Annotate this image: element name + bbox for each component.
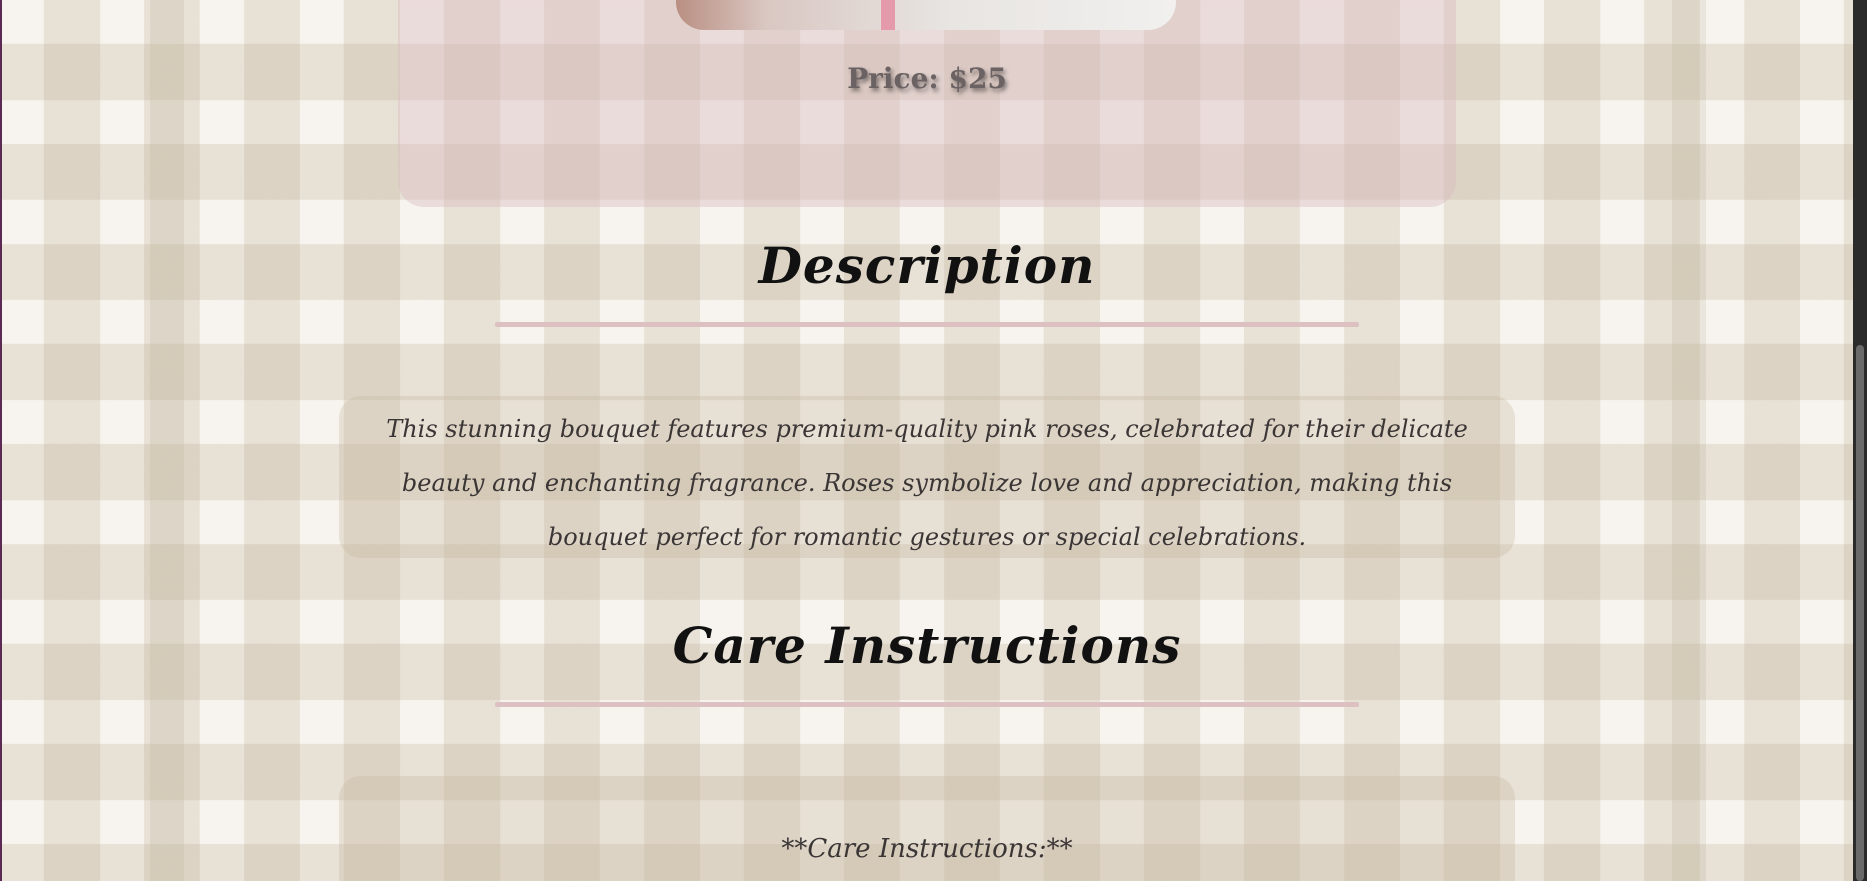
page-column-shadow-right xyxy=(1672,0,1706,881)
product-price: Price: $25 xyxy=(847,62,1007,95)
bouquet-image xyxy=(676,0,1176,30)
window-left-edge xyxy=(0,0,2,881)
page-scrollbar[interactable] xyxy=(1853,0,1867,881)
scrollbar-thumb[interactable] xyxy=(1856,345,1864,881)
description-divider xyxy=(495,322,1359,327)
product-price-card: Price: $25 xyxy=(398,0,1456,207)
description-text: This stunning bouquet features premium-q… xyxy=(386,415,1468,551)
description-heading: Description xyxy=(758,236,1096,295)
care-instructions-card: **Care Instructions:** xyxy=(339,776,1515,881)
ribbon-detail xyxy=(881,0,895,30)
page-column-shadow-left xyxy=(150,0,184,881)
care-instructions-heading: Care Instructions xyxy=(672,616,1182,675)
care-instructions-divider xyxy=(495,702,1359,707)
care-instructions-text: **Care Instructions:** xyxy=(781,834,1073,864)
description-card: This stunning bouquet features premium-q… xyxy=(339,396,1515,558)
